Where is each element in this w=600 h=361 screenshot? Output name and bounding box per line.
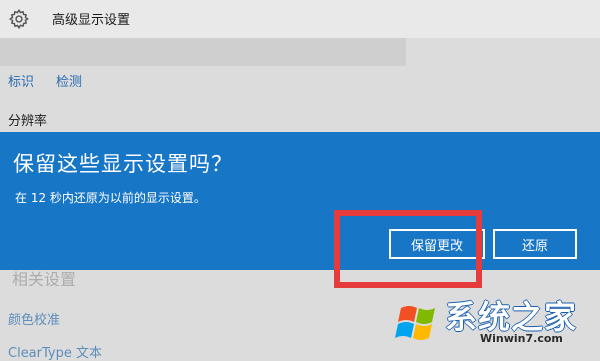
dialog-message: 在 12 秒内还原为以前的显示设置。 xyxy=(15,191,206,205)
watermark-url: Winwin7.com xyxy=(480,332,563,345)
identify-link[interactable]: 标识 xyxy=(8,71,34,90)
resolution-label: 分辨率 xyxy=(8,114,48,129)
highlight-box xyxy=(334,210,482,288)
watermark: 系统之家 Winwin7.com xyxy=(395,292,600,356)
detect-link[interactable]: 检测 xyxy=(56,71,82,90)
keep-display-settings-dialog: 保留这些显示设置吗？ 在 12 秒内还原为以前的显示设置。 保留更改 还原 xyxy=(0,132,600,270)
title-bar: 高级显示设置 xyxy=(0,0,600,38)
window-title: 高级显示设置 xyxy=(52,13,131,28)
dialog-title: 保留这些显示设置吗？ xyxy=(13,152,233,176)
preview-area xyxy=(0,38,406,66)
cleartype-link[interactable]: ClearType 文本 xyxy=(8,342,102,361)
color-calibration-link[interactable]: 颜色校准 xyxy=(8,309,60,328)
revert-button[interactable]: 还原 xyxy=(493,229,577,259)
windows-logo-icon xyxy=(395,306,435,340)
gear-icon xyxy=(8,8,29,30)
